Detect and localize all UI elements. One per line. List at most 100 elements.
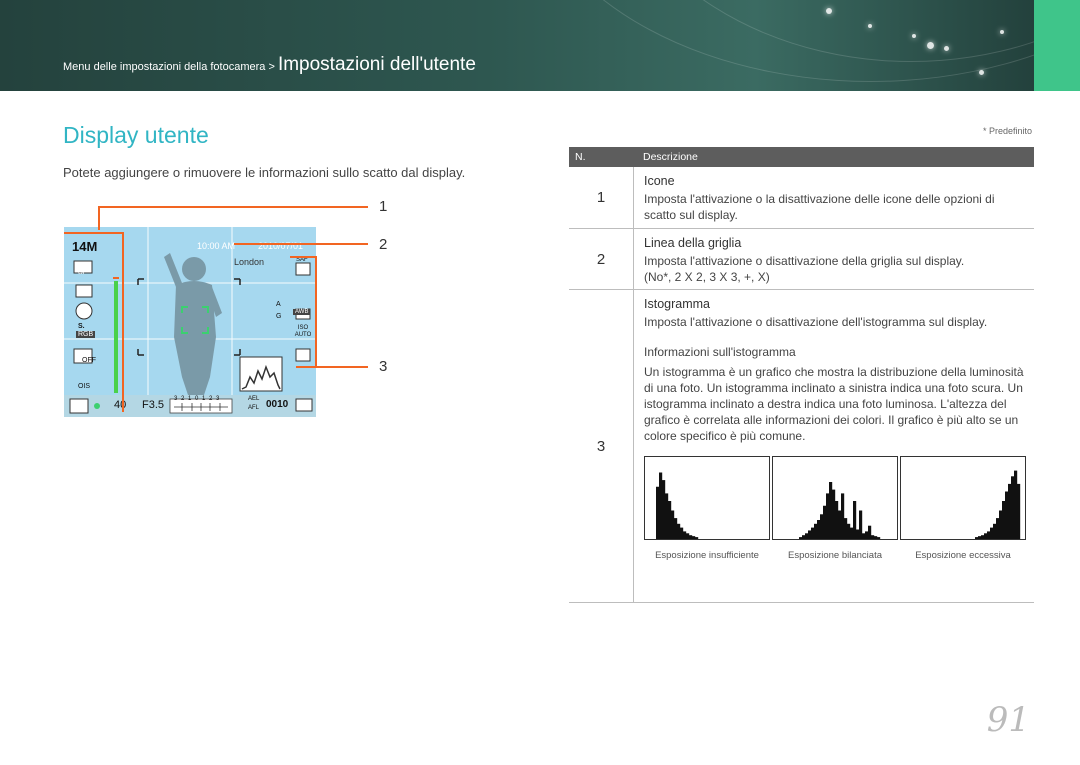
histogram-bar xyxy=(877,537,881,539)
awb-label: AWB xyxy=(293,309,311,315)
callout-line-3 xyxy=(296,366,368,368)
histogram-bar xyxy=(656,486,660,539)
histogram-bar xyxy=(808,530,812,539)
row-heading: Linea della griglia xyxy=(644,236,742,250)
histogram-bar xyxy=(844,518,848,539)
histogram-example-balanced: Esposizione bilanciata xyxy=(772,456,898,564)
histogram-bar xyxy=(850,527,854,539)
resolution-value: 14M xyxy=(72,239,98,254)
col-number-header: N. xyxy=(575,151,586,163)
row-heading: Icone xyxy=(644,174,675,188)
histogram-bar xyxy=(853,501,857,539)
city-value: London xyxy=(234,257,265,267)
histogram-info-text: Un istogramma è un grafico che mostra la… xyxy=(644,365,1024,443)
intro-text: Potete aggiungere o rimuovere le informa… xyxy=(63,165,466,180)
histogram-bar xyxy=(1002,501,1006,539)
histogram-bar xyxy=(856,529,860,539)
histogram-bar xyxy=(990,527,994,539)
histogram-bar xyxy=(1017,483,1021,539)
histogram-bar xyxy=(823,505,827,539)
histogram-bar xyxy=(868,525,872,539)
sparkle-dot xyxy=(912,34,916,38)
histogram-bar xyxy=(865,531,869,539)
shot-count: 0010 xyxy=(266,399,289,410)
histogram-bar xyxy=(859,510,863,539)
histogram-bar xyxy=(975,537,979,539)
histogram-bar xyxy=(680,527,684,539)
callout-line-1 xyxy=(98,206,368,208)
row-description: Istogramma Imposta l'attivazione o disat… xyxy=(633,290,1034,602)
a-label: A xyxy=(276,301,281,308)
histogram-caption: Esposizione bilanciata xyxy=(787,550,882,561)
histogram-bar xyxy=(1008,483,1012,539)
sparkle-dot xyxy=(927,42,934,49)
histogram-bar xyxy=(820,514,824,539)
callout-number-2: 2 xyxy=(379,236,388,253)
icon-bracket-right xyxy=(122,232,124,412)
histogram-bar xyxy=(799,537,803,539)
histogram-overexposed-graphic xyxy=(900,456,1026,540)
sparkle-dot xyxy=(979,70,984,75)
histogram-bar xyxy=(686,533,690,539)
table-row: 3 Istogramma Imposta l'attivazione o dis… xyxy=(569,290,1034,603)
histogram-bar xyxy=(677,523,681,539)
breadcrumb-parent[interactable]: Menu delle impostazioni della fotocamera… xyxy=(63,61,278,73)
histogram-bar xyxy=(1005,491,1009,539)
sparkle-dot xyxy=(944,46,949,51)
histogram-bar xyxy=(871,535,875,539)
histogram-bar xyxy=(835,501,839,539)
header-banner: Menu delle impostazioni della fotocamera… xyxy=(0,0,1080,91)
histogram-caption: Esposizione eccessiva xyxy=(915,550,1011,561)
g-label: G xyxy=(276,313,282,320)
row-number: 2 xyxy=(596,250,606,268)
callout-line-1-drop xyxy=(98,206,100,230)
sf-label: SF xyxy=(78,269,87,276)
histogram-bar xyxy=(668,501,672,539)
histogram-bar xyxy=(978,536,982,539)
histogram-bar xyxy=(695,537,699,539)
histogram-bar xyxy=(811,527,815,539)
grid-options: (No*, 2 X 2, 3 X 3, +, X) xyxy=(644,270,770,284)
histogram-bar xyxy=(674,518,678,539)
histogram-bar xyxy=(862,533,866,539)
histogram-bar xyxy=(841,493,845,539)
grid-bracket-side xyxy=(315,256,317,366)
aperture-value: F3.5 xyxy=(142,399,165,411)
row-text: Imposta l'attivazione o disattivazione d… xyxy=(644,315,988,329)
ois-label: OIS xyxy=(78,383,91,390)
iso-label: ISO AUTO xyxy=(294,325,312,338)
sparkle-dot xyxy=(1000,30,1004,34)
row-text: Imposta l'attivazione o la disattivazion… xyxy=(644,192,995,222)
histogram-bar xyxy=(814,523,818,539)
histogram-bar xyxy=(1014,470,1018,539)
histogram-bar xyxy=(832,489,836,539)
row-text: Imposta l'attivazione o disattivazione d… xyxy=(644,254,965,268)
histogram-bar xyxy=(659,472,663,539)
histogram-bar xyxy=(683,531,687,539)
exposure-scale: 3 2 1 0 1 2 3 xyxy=(174,396,221,402)
callout-line-2 xyxy=(234,243,368,245)
table-row: 2 Linea della griglia Imposta l'attivazi… xyxy=(569,229,1034,290)
histogram-bar xyxy=(984,533,988,539)
time-value: 10:00 AM xyxy=(197,241,236,251)
histogram-bar xyxy=(847,523,851,539)
histogram-bar xyxy=(671,510,675,539)
histogram-bar xyxy=(662,480,666,539)
off-label: OFF xyxy=(82,357,96,364)
sparkle-dot xyxy=(826,8,832,14)
histogram-bar xyxy=(665,493,669,539)
row-description: Linea della griglia Imposta l'attivazion… xyxy=(633,229,1034,289)
row-description: Icone Imposta l'attivazione o la disatti… xyxy=(633,167,1034,228)
histogram-examples: Esposizione insufficiente Esposizione bi… xyxy=(644,456,1026,564)
chapter-tab[interactable] xyxy=(1034,0,1080,91)
histogram-bar xyxy=(981,535,985,539)
histogram-bar xyxy=(802,535,806,539)
sharpness-label: S. xyxy=(78,323,85,330)
ael-label: AEL xyxy=(248,396,260,402)
page-title: Display utente xyxy=(63,122,209,148)
histogram-bar xyxy=(993,523,997,539)
afl-label: AFL xyxy=(248,405,260,411)
callout-number-3: 3 xyxy=(379,358,388,375)
display-graphic xyxy=(64,227,316,417)
histogram-bar xyxy=(689,535,693,539)
